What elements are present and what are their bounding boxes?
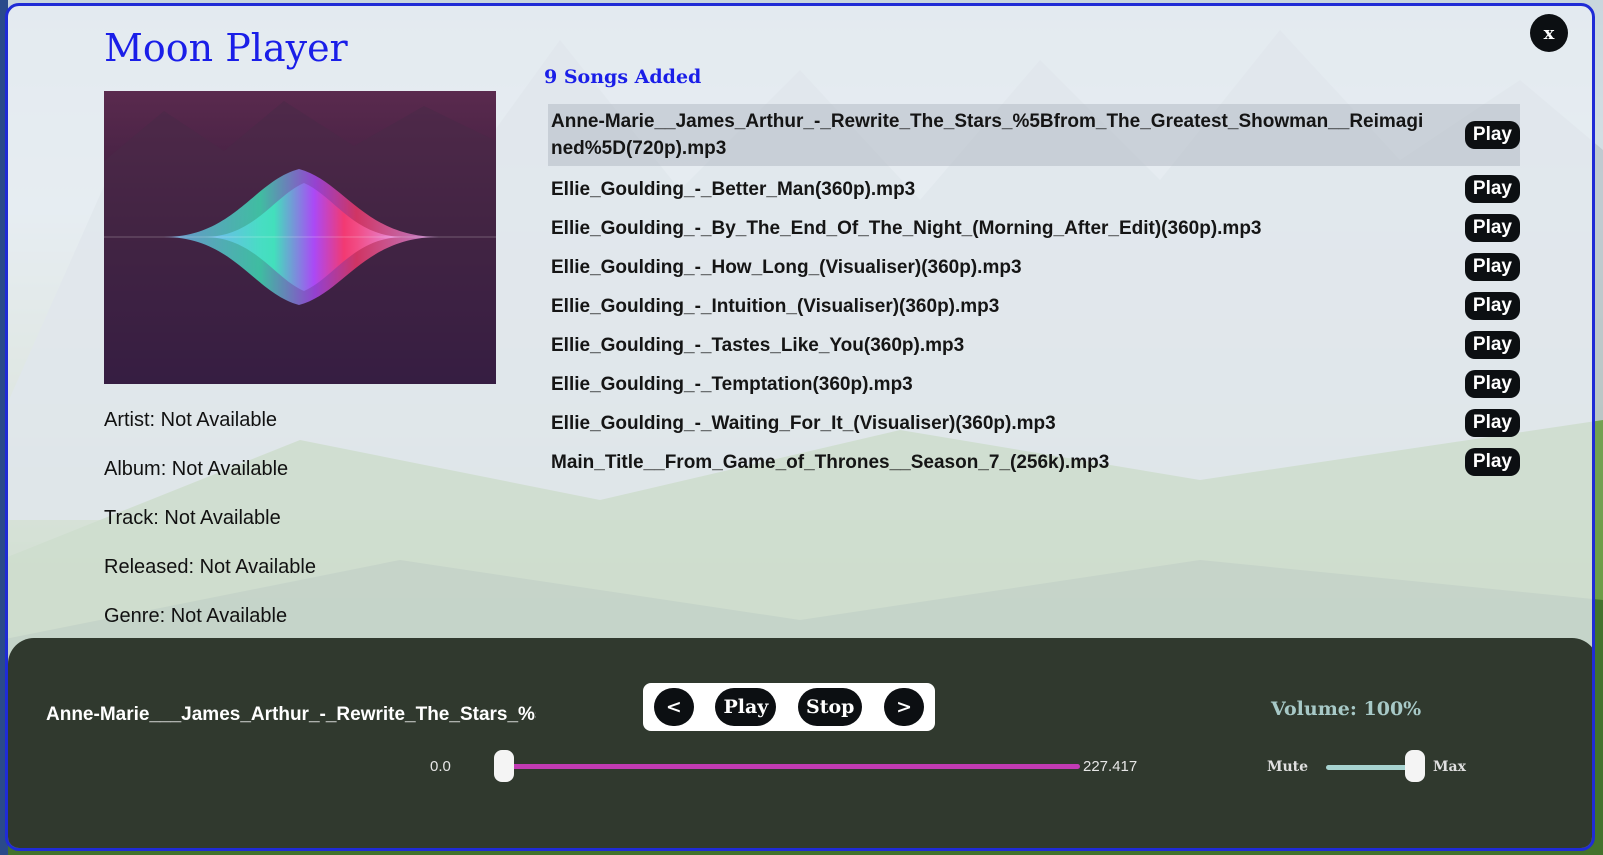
song-play-button[interactable]: Play <box>1464 409 1520 437</box>
song-title: Ellie_Goulding_-_How_Long_(Visualiser)(3… <box>551 256 1022 278</box>
mute-label[interactable]: Mute <box>1267 759 1308 775</box>
max-label[interactable]: Max <box>1433 759 1466 775</box>
song-play-button[interactable]: Play <box>1464 253 1520 281</box>
seek-bar[interactable] <box>500 764 1080 769</box>
playlist-item[interactable]: Ellie_Goulding_-_Intuition_(Visualiser)(… <box>548 290 1520 322</box>
songs-count: 9 Songs Added <box>544 66 702 88</box>
transport-controls: < Play Stop > <box>643 683 935 731</box>
song-play-button[interactable]: Play <box>1464 448 1520 476</box>
playlist-item[interactable]: Ellie_Goulding_-_Better_Man(360p).mp3 Pl… <box>548 173 1520 205</box>
stop-button[interactable]: Stop <box>798 688 863 726</box>
playlist-item[interactable]: Main_Title__From_Game_of_Thrones__Season… <box>548 446 1520 478</box>
song-title: Ellie_Goulding_-_By_The_End_Of_The_Night… <box>551 217 1262 239</box>
next-button[interactable]: > <box>884 688 925 726</box>
duration: 227.417 <box>1083 758 1138 775</box>
app-title: Moon Player <box>104 26 348 70</box>
song-title: Ellie_Goulding_-_Intuition_(Visualiser)(… <box>551 295 1000 317</box>
play-button[interactable]: Play <box>715 688 777 726</box>
song-title: Ellie_Goulding_-_Temptation(360p).mp3 <box>551 373 913 395</box>
track-metadata: Artist: Not Available Album: Not Availab… <box>104 406 316 651</box>
playlist-item[interactable]: Ellie_Goulding_-_Temptation(360p).mp3 Pl… <box>548 368 1520 400</box>
playlist-item[interactable]: Anne-Marie__James_Arthur_-_Rewrite_The_S… <box>548 104 1520 166</box>
seek-thumb[interactable] <box>494 750 514 782</box>
song-title: Ellie_Goulding_-_Tastes_Like_You(360p).m… <box>551 334 965 356</box>
playlist-item[interactable]: Ellie_Goulding_-_How_Long_(Visualiser)(3… <box>548 251 1520 283</box>
volume-label: Volume: 100% <box>1271 698 1422 720</box>
artist-label: Artist: Not Available <box>104 409 278 431</box>
song-play-button[interactable]: Play <box>1464 121 1520 149</box>
volume-slider[interactable] <box>1326 765 1416 770</box>
song-title: Ellie_Goulding_-_Better_Man(360p).mp3 <box>551 178 916 200</box>
playlist-item[interactable]: Ellie_Goulding_-_By_The_End_Of_The_Night… <box>548 212 1520 244</box>
song-play-button[interactable]: Play <box>1464 292 1520 320</box>
song-play-button[interactable]: Play <box>1464 331 1520 359</box>
player-controls-bar: Anne-Marie___James_Arthur_-_Rewrite_The_… <box>8 638 1592 848</box>
previous-button[interactable]: < <box>653 688 694 726</box>
playlist: Anne-Marie__James_Arthur_-_Rewrite_The_S… <box>548 104 1520 485</box>
released-label: Released: Not Available <box>104 556 316 578</box>
song-title: Ellie_Goulding_-_Waiting_For_It_(Visuali… <box>551 412 1056 434</box>
close-button[interactable]: x <box>1530 14 1568 52</box>
current-time: 0.0 <box>430 758 451 775</box>
track-label: Track: Not Available <box>104 507 281 529</box>
song-play-button[interactable]: Play <box>1464 175 1520 203</box>
song-play-button[interactable]: Play <box>1464 370 1520 398</box>
volume-thumb[interactable] <box>1405 750 1425 782</box>
album-label: Album: Not Available <box>104 458 289 480</box>
now-playing-title: Anne-Marie___James_Arthur_-_Rewrite_The_… <box>46 704 536 725</box>
song-play-button[interactable]: Play <box>1464 214 1520 242</box>
playlist-item[interactable]: Ellie_Goulding_-_Waiting_For_It_(Visuali… <box>548 407 1520 439</box>
player-window: x Moon Player Artist: Not Available Albu… <box>5 3 1595 851</box>
song-title: Anne-Marie__James_Arthur_-_Rewrite_The_S… <box>551 111 1424 159</box>
playlist-item[interactable]: Ellie_Goulding_-_Tastes_Like_You(360p).m… <box>548 329 1520 361</box>
album-art <box>104 91 496 384</box>
song-title: Main_Title__From_Game_of_Thrones__Season… <box>551 451 1110 473</box>
